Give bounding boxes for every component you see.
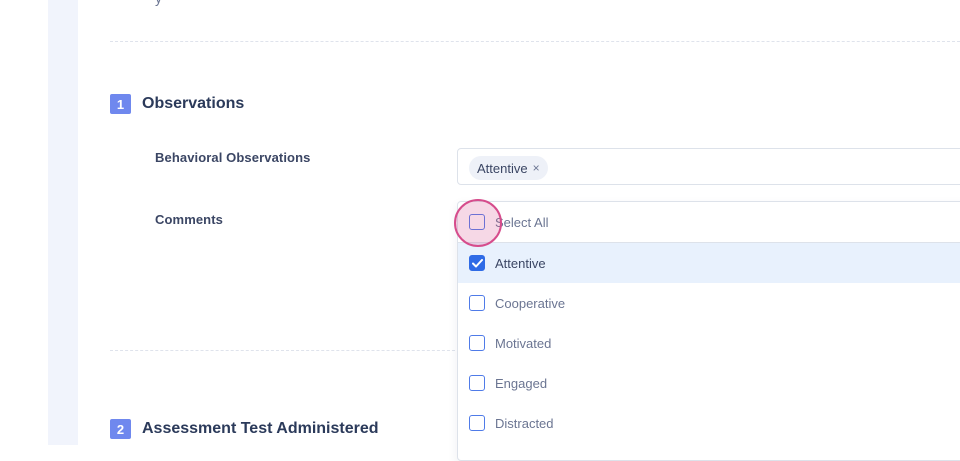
option-attentive[interactable]: Attentive [458,243,960,283]
section-divider [110,41,960,42]
chip-remove-icon[interactable]: × [533,161,540,175]
behavioral-observations-label: Behavioral Observations [155,150,311,165]
option-label: Motivated [495,335,552,351]
checkbox[interactable] [469,335,485,351]
truncated-text: y [155,0,162,6]
option-engaged[interactable]: Engaged [458,363,960,403]
comments-label: Comments [155,212,223,227]
checkbox-checked[interactable] [469,255,485,271]
section-title: Observations [142,95,245,112]
chip-label: Attentive [477,160,528,176]
section-title: Assessment Test Administered [142,420,379,437]
section-number-badge: 2 [110,419,131,439]
option-distracted[interactable]: Distracted [458,403,960,443]
behavioral-observations-select[interactable]: Attentive × [457,148,960,185]
checkbox[interactable] [469,415,485,431]
option-label: Engaged [495,375,548,391]
select-all-checkbox[interactable] [469,214,485,230]
left-rail [48,0,78,445]
section-divider [110,350,460,351]
checkmark-icon [471,258,483,267]
option-label: Select All [495,214,549,230]
checkbox[interactable] [469,375,485,391]
checkbox[interactable] [469,295,485,311]
section-header-observations: 1 Observations [110,94,244,114]
section-header-assessment: 2 Assessment Test Administered [110,419,379,439]
observations-dropdown: Select All Attentive Cooperative Motivat… [457,201,960,461]
select-all-option[interactable]: Select All [458,202,960,243]
section-number-badge: 1 [110,94,131,114]
option-label: Distracted [495,415,554,431]
option-cooperative[interactable]: Cooperative [458,283,960,323]
option-label: Cooperative [495,295,566,311]
option-label: Attentive [495,255,546,271]
option-motivated[interactable]: Motivated [458,323,960,363]
selected-chip: Attentive × [469,156,548,180]
